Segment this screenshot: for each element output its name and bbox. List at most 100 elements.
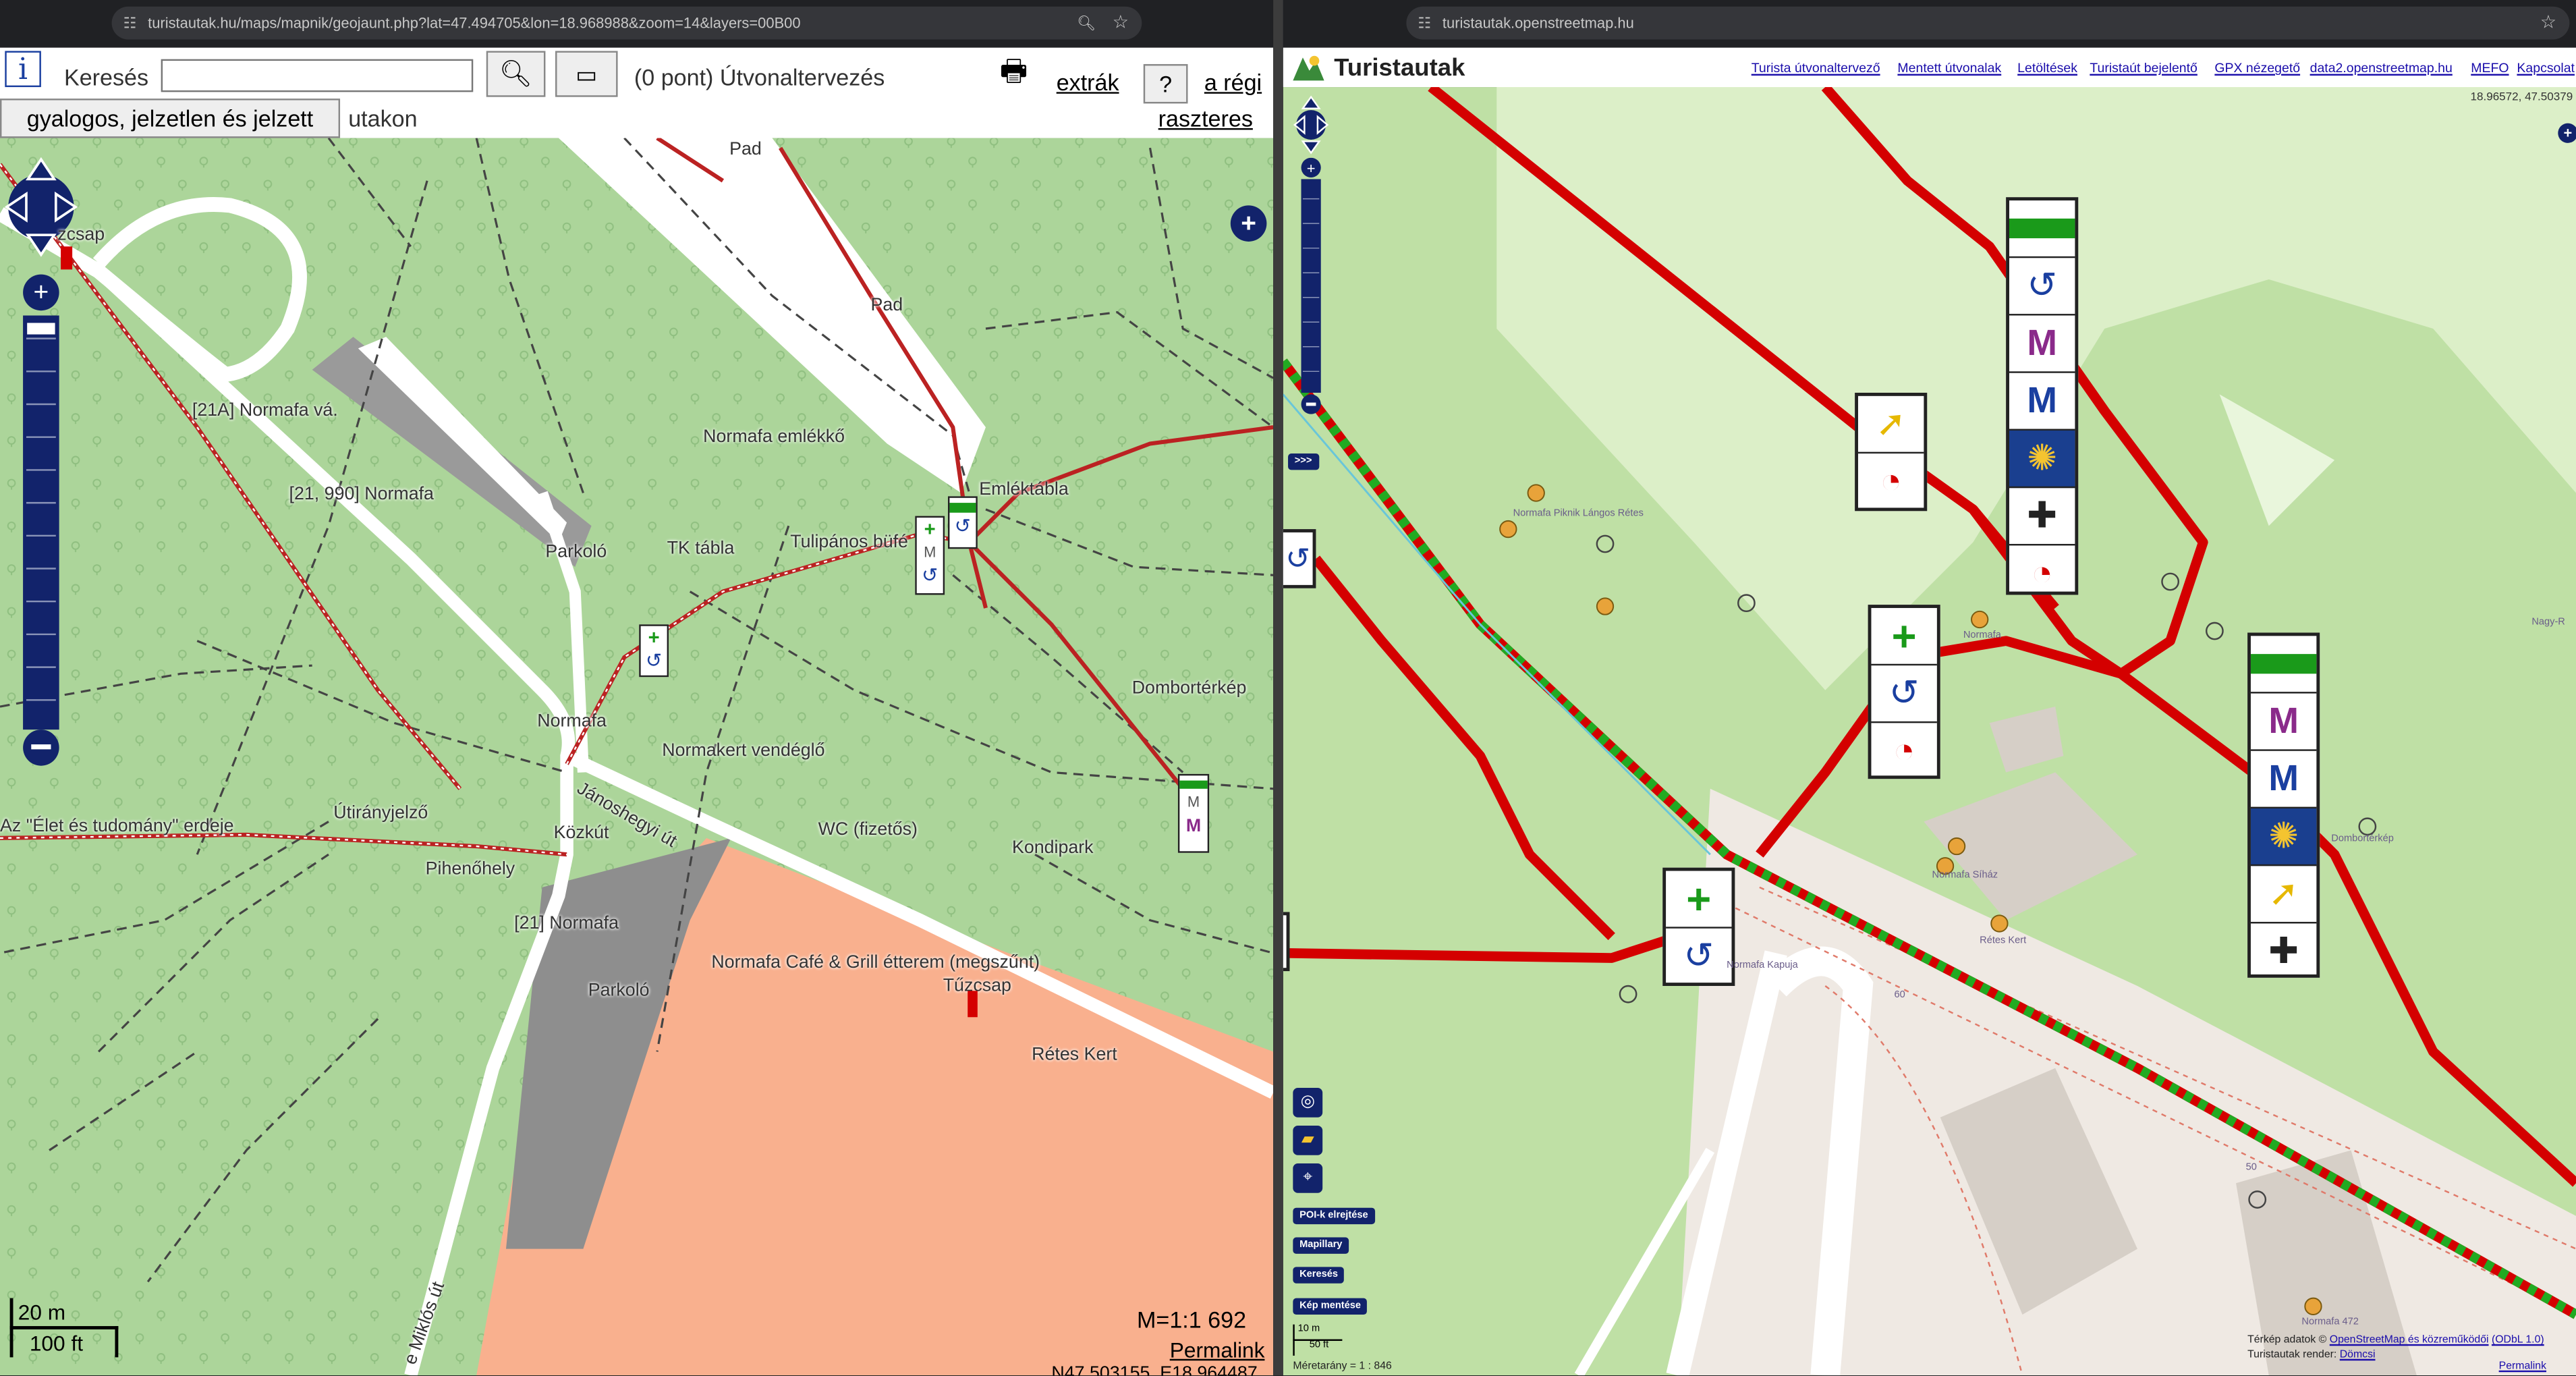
trail-marker-stack[interactable]: + M ↺ bbox=[915, 516, 945, 595]
trail-marker-green-cross[interactable]: + ↺ bbox=[639, 624, 669, 678]
black-cross-icon: ✚ bbox=[2268, 930, 2299, 972]
right-url-text: turistautak.openstreetmap.hu bbox=[1442, 14, 1634, 32]
site-settings-icon[interactable]: ☷ bbox=[123, 7, 137, 40]
nav-link-route-planner[interactable]: Turista útvonaltervező bbox=[1752, 61, 1880, 76]
svg-text:+: + bbox=[2564, 125, 2573, 142]
render-attribution: Turistautak render: Dömcsi bbox=[2247, 1349, 2375, 1360]
raster-link[interactable]: raszteres bbox=[1158, 105, 1253, 132]
ruler-icon[interactable]: ▰ bbox=[1293, 1125, 1323, 1155]
save-image-button[interactable]: Kép mentése bbox=[1293, 1298, 1368, 1315]
yellow-arrow-icon: ➚ bbox=[2250, 866, 2317, 924]
blue-mary-icon: M bbox=[2250, 751, 2317, 809]
mapillary-button[interactable]: Mapillary bbox=[1293, 1237, 1349, 1254]
map-label: TK tábla bbox=[667, 539, 735, 559]
render-prefix: Turistautak render: bbox=[2247, 1349, 2337, 1361]
nav-link-contact[interactable]: Kapcsolat bbox=[2517, 61, 2575, 76]
right-browser-chrome: ☷ turistautak.openstreetmap.hu ☆ bbox=[1283, 0, 2576, 48]
print-icon[interactable]: 🖶 bbox=[988, 54, 1038, 92]
mapillary-label: Mapillary bbox=[1299, 1240, 1343, 1251]
trail-marker-stack-a[interactable]: ➚ ◔ bbox=[1855, 392, 1928, 512]
right-browser-window: ☷ turistautak.openstreetmap.hu ☆ Turista… bbox=[1283, 0, 2576, 1376]
map-pin-icon[interactable]: ⌖ bbox=[1293, 1163, 1323, 1193]
m-sign-icon: M bbox=[924, 543, 936, 561]
trail-marker-stack-b[interactable]: ↺ M M ✺ ✚ ◔ bbox=[2006, 197, 2079, 595]
layer-switcher-plus-icon[interactable]: + bbox=[2556, 121, 2576, 144]
old-map-link[interactable]: a régi bbox=[1204, 69, 1262, 95]
nav-link-gpx-viewer[interactable]: GPX nézegető bbox=[2214, 61, 2300, 76]
red-hook-icon: ◔ bbox=[1893, 730, 1915, 771]
site-title: Turistautak bbox=[1334, 54, 1465, 82]
zoom-icon[interactable]: 🔍︎ bbox=[1077, 7, 1096, 40]
info-icon[interactable]: i bbox=[5, 51, 41, 88]
route-type-dropdown[interactable]: gyalogos, jelzetlen és jelzett bbox=[0, 99, 341, 138]
expand-label: >>> bbox=[1294, 456, 1312, 467]
scale-metric: 20 m bbox=[18, 1300, 66, 1325]
map-label: [21] Normafa bbox=[514, 913, 619, 934]
search-button[interactable]: 🔍︎ bbox=[486, 51, 546, 97]
map-label: Normakert vendéglő bbox=[662, 741, 825, 761]
blue-turn-icon: ↺ bbox=[1871, 665, 1937, 723]
right-scale-ratio: Méretarány = 1 : 846 bbox=[1293, 1360, 1392, 1373]
help-button[interactable]: ? bbox=[1143, 63, 1188, 104]
trail-marker-stack-e[interactable]: M M ✺ ➚ ✚ bbox=[2247, 632, 2320, 978]
nav-link-downloads[interactable]: Letöltések bbox=[2017, 61, 2077, 76]
right-permalink[interactable]: Permalink bbox=[2499, 1360, 2546, 1372]
map-label: Normafa bbox=[537, 711, 607, 732]
right-pan-control[interactable] bbox=[1293, 95, 1329, 155]
location-icon[interactable]: ◎ bbox=[1293, 1087, 1323, 1118]
search-input[interactable] bbox=[161, 59, 474, 92]
site-settings-icon[interactable]: ☷ bbox=[1418, 7, 1431, 40]
trail-marker-stack-c[interactable]: + ↺ ◔ bbox=[1868, 605, 1940, 779]
map-label: Normafa emlékkő bbox=[703, 427, 845, 447]
left-permalink[interactable]: Permalink bbox=[1170, 1338, 1265, 1363]
map-label: Parkoló bbox=[545, 542, 607, 562]
trail-marker-edge-2[interactable] bbox=[1283, 912, 1290, 972]
hydrant-icon bbox=[968, 991, 978, 1018]
extrak-link[interactable]: extrák bbox=[1057, 69, 1119, 95]
m-sign-icon: M bbox=[1187, 794, 1200, 810]
expand-panel-button[interactable]: >>> bbox=[1288, 453, 1319, 470]
route-plan-button[interactable]: ▭ bbox=[555, 51, 618, 97]
map-label: Normafa Síház bbox=[1932, 871, 1998, 881]
nav-link-trail-report[interactable]: Turistaút bejelentő bbox=[2090, 61, 2197, 76]
right-address-bar[interactable]: ☷ turistautak.openstreetmap.hu ☆ bbox=[1406, 6, 2570, 40]
green-bar-icon bbox=[2009, 200, 2075, 258]
nav-link-saved-routes[interactable]: Mentett útvonalak bbox=[1897, 61, 2001, 76]
left-url-text: turistautak.hu/maps/mapnik/geojaunt.php?… bbox=[148, 14, 801, 32]
search-label: Keresés bbox=[63, 63, 149, 90]
attribution: Térkép adatok © OpenStreetMap és közremű… bbox=[2247, 1334, 2544, 1346]
left-address-bar[interactable]: ☷ turistautak.hu/maps/mapnik/geojaunt.ph… bbox=[111, 6, 1142, 40]
blue-mary-icon: M bbox=[2009, 373, 2075, 431]
map-label: Az "Élet és tudomány" erdeje bbox=[0, 817, 234, 837]
layer-switcher-plus-icon[interactable]: + bbox=[1229, 204, 1268, 243]
bookmark-star-icon[interactable]: ☆ bbox=[2540, 7, 2556, 40]
map-label: Nagy-R bbox=[2531, 617, 2565, 628]
cursor-coordinates: 18.96572, 47.50379 bbox=[2470, 92, 2573, 104]
map-label: zcsap bbox=[57, 225, 105, 245]
map-label: Útirányjelző bbox=[333, 803, 428, 823]
zoom-slider[interactable]: + bbox=[22, 273, 64, 769]
mary-trail-icon: M bbox=[1185, 817, 1202, 837]
green-cross-icon: + bbox=[1871, 608, 1937, 666]
nav-link-data2[interactable]: data2.openstreetmap.hu bbox=[2310, 61, 2453, 76]
green-bar-icon bbox=[949, 503, 976, 513]
blue-turn-icon: ↺ bbox=[1683, 935, 1714, 976]
right-scale-imperial: 50 ft bbox=[1309, 1340, 1329, 1351]
trail-marker-green-bar[interactable]: ↺ bbox=[947, 496, 978, 549]
right-scale-bar: 10 m 50 ft bbox=[1293, 1324, 1345, 1358]
left-scale-bar: 20 m 100 ft bbox=[9, 1298, 119, 1361]
trail-marker-edge[interactable]: ↺ bbox=[1283, 529, 1316, 588]
left-map-canvas[interactable] bbox=[0, 138, 1274, 1376]
window-divider[interactable] bbox=[1273, 0, 1283, 1376]
license-link[interactable]: (ODbL 1.0) bbox=[2492, 1334, 2544, 1346]
bookmark-star-icon[interactable]: ☆ bbox=[1113, 7, 1129, 40]
right-zoom-slider[interactable]: + bbox=[1299, 157, 1322, 418]
trail-marker-mary[interactable]: M M bbox=[1177, 773, 1210, 853]
osm-link[interactable]: OpenStreetMap és közreműködői bbox=[2330, 1334, 2489, 1346]
nav-link-mefo[interactable]: MEFO bbox=[2471, 61, 2509, 76]
trail-marker-stack-d[interactable]: + ↺ bbox=[1662, 867, 1735, 986]
hide-poi-button[interactable]: POI-k elrejtése bbox=[1293, 1207, 1375, 1225]
search-button[interactable]: Keresés bbox=[1293, 1267, 1345, 1284]
render-author-link[interactable]: Dömcsi bbox=[2340, 1349, 2376, 1360]
left-browser-chrome: ☷ turistautak.hu/maps/mapnik/geojaunt.ph… bbox=[0, 0, 1274, 48]
